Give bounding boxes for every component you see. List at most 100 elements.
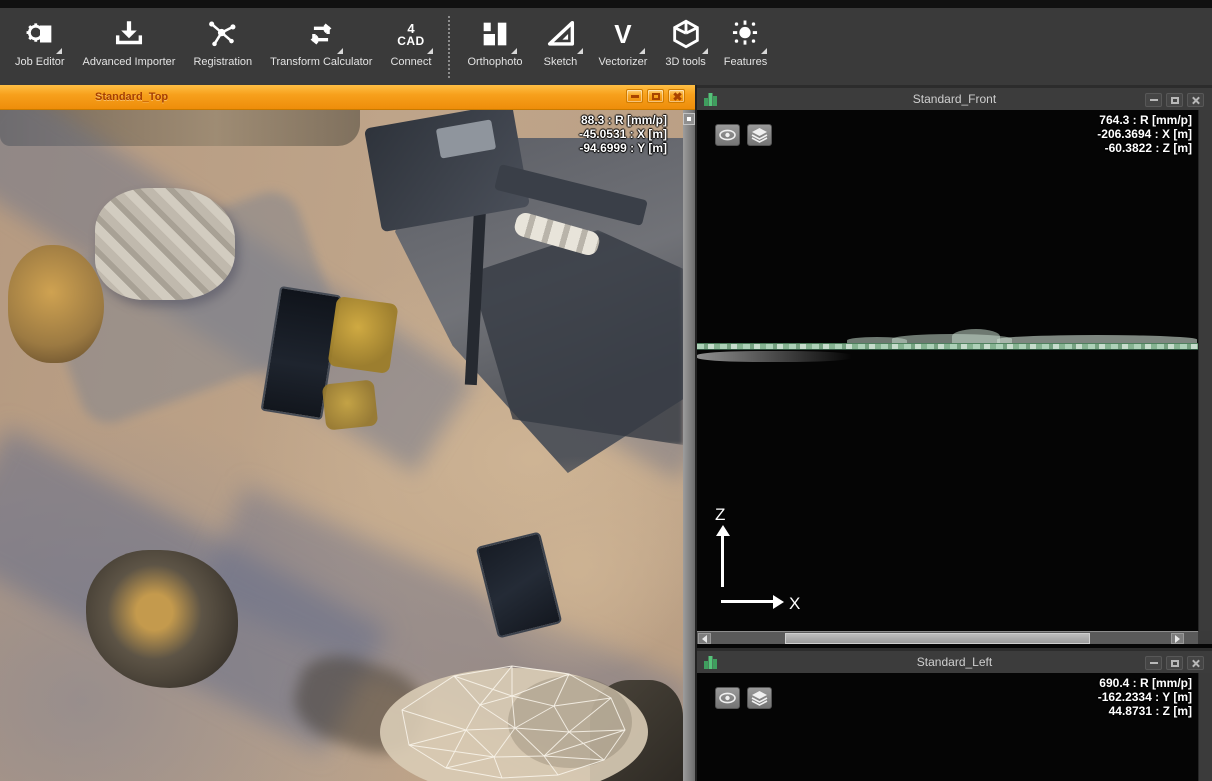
toolbar-button-job-editor[interactable]: Job Editor bbox=[6, 14, 74, 68]
geodesic-dome-wireframe bbox=[362, 660, 664, 781]
toolbar-label: Job Editor bbox=[15, 56, 65, 68]
window-title: Standard_Left bbox=[697, 655, 1212, 669]
toolbar-label: Transform Calculator bbox=[270, 56, 372, 68]
standard-top-titlebar[interactable]: Standard_Top bbox=[0, 85, 695, 110]
scrollbar-thumb[interactable] bbox=[785, 633, 1090, 644]
toolbar-button-sketch[interactable]: Sketch bbox=[532, 14, 590, 68]
coord-line: 44.8731 : Z [m] bbox=[1098, 704, 1192, 718]
transform-loop-icon bbox=[301, 14, 341, 54]
toolbar-label: Advanced Importer bbox=[83, 56, 176, 68]
axis-arrow-right-icon bbox=[773, 595, 784, 609]
layers-icon bbox=[751, 127, 768, 143]
photo-wet-patch bbox=[470, 230, 683, 445]
visibility-button[interactable] bbox=[715, 124, 740, 146]
axis-line-horizontal bbox=[721, 600, 775, 603]
toolbar-separator bbox=[448, 16, 450, 78]
standard-left-titlebar[interactable]: Standard_Left bbox=[697, 648, 1212, 673]
main-toolbar: Job Editor Advanced Importer Registratio… bbox=[0, 8, 1212, 85]
toolbar-button-orthophoto[interactable]: Orthophoto bbox=[458, 14, 531, 68]
toolbar-button-features[interactable]: Features bbox=[715, 14, 776, 68]
cad-icon-text: CAD bbox=[397, 35, 425, 47]
close-icon bbox=[1191, 96, 1200, 105]
dropdown-caret-icon bbox=[56, 48, 62, 54]
window-controls bbox=[1145, 93, 1204, 107]
cad-icon-number: 4 bbox=[407, 22, 414, 35]
job-editor-icon bbox=[20, 14, 60, 54]
v-letter: V bbox=[614, 21, 631, 47]
cursor-coordinates-overlay: 88.3 : R [mm/p] -45.0531 : X [m] -94.699… bbox=[579, 113, 667, 155]
coord-line: -162.2334 : Y [m] bbox=[1098, 690, 1192, 704]
coord-line: -94.6999 : Y [m] bbox=[579, 141, 667, 155]
coord-line: 88.3 : R [mm/p] bbox=[579, 113, 667, 127]
front-view-viewport[interactable]: 764.3 : R [mm/p] -206.3694 : X [m] -60.3… bbox=[697, 110, 1200, 631]
pointcloud-bump bbox=[952, 329, 1000, 344]
layers-icon bbox=[751, 690, 768, 706]
view-toolbar bbox=[715, 687, 772, 709]
minimize-button[interactable] bbox=[626, 89, 643, 103]
window-title: Standard_Top bbox=[95, 91, 168, 103]
toolbar-label: Orthophoto bbox=[467, 56, 522, 68]
dropdown-caret-icon bbox=[761, 48, 767, 54]
toolbar-label: Features bbox=[724, 56, 767, 68]
visibility-button[interactable] bbox=[715, 687, 740, 709]
right-side-strip[interactable] bbox=[683, 110, 695, 781]
maximize-button[interactable] bbox=[647, 89, 664, 103]
arrow-left-icon bbox=[702, 635, 707, 643]
horizontal-scrollbar[interactable] bbox=[697, 631, 1200, 644]
view-toolbar bbox=[715, 124, 772, 146]
window-standard-top: Standard_Top bbox=[0, 85, 695, 781]
right-panel-strip[interactable] bbox=[1198, 673, 1212, 781]
right-panel-strip[interactable] bbox=[1198, 110, 1212, 631]
toolbar-label: Sketch bbox=[544, 56, 578, 68]
axis-label-vertical: Z bbox=[715, 505, 725, 525]
toolbar-button-3d-tools[interactable]: 3D tools bbox=[656, 14, 714, 68]
toolbar-button-vectorizer[interactable]: V Vectorizer bbox=[590, 14, 657, 68]
minimize-button[interactable] bbox=[1145, 656, 1162, 670]
toolbar-label: Registration bbox=[193, 56, 252, 68]
close-button[interactable] bbox=[1187, 93, 1204, 107]
pointcloud-cross-section bbox=[697, 343, 1200, 350]
coord-line: 764.3 : R [mm/p] bbox=[1097, 113, 1192, 127]
toolbar-label: Vectorizer bbox=[599, 56, 648, 68]
window-controls bbox=[1145, 656, 1204, 670]
maximize-icon bbox=[1171, 660, 1179, 667]
pointcloud-gray-smear bbox=[697, 351, 852, 362]
cube-3d-icon bbox=[666, 14, 706, 54]
minimize-icon bbox=[1150, 662, 1158, 664]
window-title: Standard_Front bbox=[697, 92, 1212, 106]
viewport-corner-button[interactable] bbox=[683, 113, 695, 125]
sketch-triangle-icon bbox=[541, 14, 581, 54]
left-view-viewport[interactable]: 690.4 : R [mm/p] -162.2334 : Y [m] 44.87… bbox=[697, 673, 1200, 781]
top-black-strip bbox=[0, 0, 1212, 8]
eye-icon bbox=[719, 692, 736, 704]
standard-front-titlebar[interactable]: Standard_Front bbox=[697, 85, 1212, 110]
orthophoto-viewport[interactable]: 88.3 : R [mm/p] -45.0531 : X [m] -94.699… bbox=[0, 110, 683, 781]
toolbar-button-registration[interactable]: Registration bbox=[184, 14, 261, 68]
dropdown-caret-icon bbox=[427, 48, 433, 54]
registration-network-icon bbox=[203, 14, 243, 54]
toolbar-button-connect[interactable]: 4CAD Connect bbox=[381, 14, 440, 68]
close-button[interactable] bbox=[668, 89, 685, 103]
photo-stone-pile bbox=[95, 188, 235, 300]
toolbar-button-transform-calculator[interactable]: Transform Calculator bbox=[261, 14, 381, 68]
scroll-right-button[interactable] bbox=[1171, 633, 1184, 644]
photo-excavator-yellow bbox=[327, 296, 398, 374]
import-download-icon bbox=[109, 14, 149, 54]
maximize-button[interactable] bbox=[1166, 656, 1183, 670]
cursor-coordinates-overlay: 690.4 : R [mm/p] -162.2334 : Y [m] 44.87… bbox=[1098, 676, 1192, 718]
dot-icon bbox=[687, 117, 691, 121]
maximize-icon bbox=[652, 93, 660, 100]
toolbar-label: 3D tools bbox=[665, 56, 705, 68]
layers-button[interactable] bbox=[747, 124, 772, 146]
close-icon bbox=[672, 92, 681, 101]
cad-connect-icon: 4CAD bbox=[391, 14, 431, 54]
maximize-button[interactable] bbox=[1166, 93, 1183, 107]
toolbar-button-advanced-importer[interactable]: Advanced Importer bbox=[74, 14, 185, 68]
scroll-left-button[interactable] bbox=[698, 633, 711, 644]
close-icon bbox=[1191, 659, 1200, 668]
close-button[interactable] bbox=[1187, 656, 1204, 670]
window-controls bbox=[626, 89, 685, 103]
minimize-button[interactable] bbox=[1145, 93, 1162, 107]
layers-button[interactable] bbox=[747, 687, 772, 709]
dropdown-caret-icon bbox=[639, 48, 645, 54]
